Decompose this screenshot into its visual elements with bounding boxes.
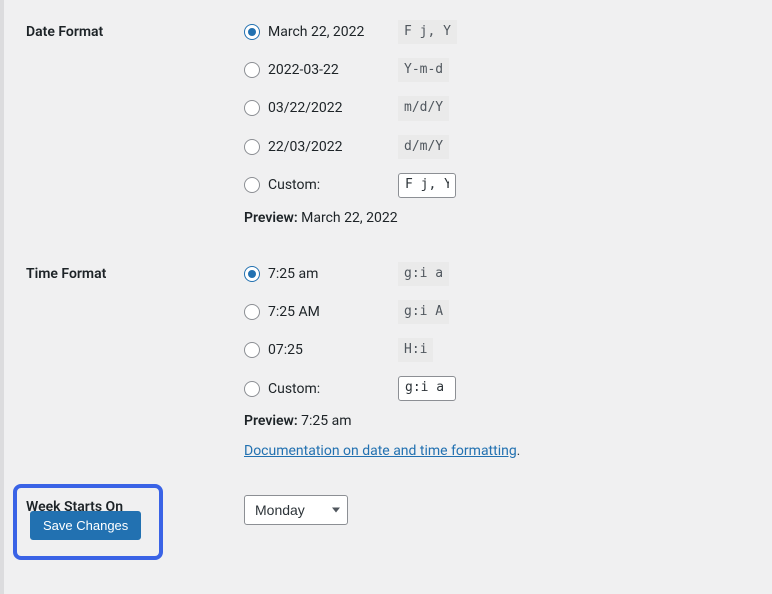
- date-custom-input[interactable]: [398, 173, 456, 198]
- time-option-label: 7:25 am: [268, 266, 398, 282]
- date-option-1[interactable]: 2022-03-22 Y-m-d: [244, 58, 752, 82]
- time-preview-value: 7:25 am: [301, 413, 351, 429]
- save-button[interactable]: Save Changes: [30, 511, 141, 540]
- docs-link-text: Documentation on date and time formattin…: [244, 443, 517, 459]
- form-content: Date Format March 22, 2022 F j, Y 2022-0…: [4, 0, 772, 525]
- time-option-2[interactable]: 07:25 H:i: [244, 338, 752, 362]
- time-option-code: H:i: [398, 338, 433, 362]
- date-preview-value: March 22, 2022: [301, 210, 397, 226]
- radio-icon[interactable]: [244, 62, 260, 78]
- date-option-code: d/m/Y: [398, 135, 449, 159]
- radio-icon[interactable]: [244, 139, 260, 155]
- date-option-custom[interactable]: Custom:: [244, 173, 752, 198]
- time-format-fields: 7:25 am g:i a 7:25 AM g:i A 07:25 H:i Cu…: [244, 262, 752, 459]
- date-custom-label: Custom:: [268, 177, 398, 193]
- week-start-select[interactable]: Monday: [244, 495, 348, 525]
- date-preview: Preview: March 22, 2022: [244, 210, 752, 226]
- time-option-0[interactable]: 7:25 am g:i a: [244, 262, 752, 286]
- radio-icon[interactable]: [244, 381, 260, 397]
- docs-link[interactable]: Documentation on date and time formattin…: [244, 443, 517, 459]
- radio-icon[interactable]: [244, 24, 260, 40]
- date-option-label: 2022-03-22: [268, 62, 398, 78]
- time-option-label: 7:25 AM: [268, 304, 398, 320]
- time-option-custom[interactable]: Custom:: [244, 376, 752, 401]
- radio-icon[interactable]: [244, 100, 260, 116]
- date-option-0[interactable]: March 22, 2022 F j, Y: [244, 20, 752, 44]
- date-option-code: m/d/Y: [398, 96, 449, 120]
- date-format-fields: March 22, 2022 F j, Y 2022-03-22 Y-m-d 0…: [244, 20, 752, 226]
- date-option-code: F j, Y: [398, 20, 457, 44]
- week-start-field: Monday: [244, 495, 752, 525]
- date-format-label: Date Format: [26, 20, 244, 40]
- date-format-row: Date Format March 22, 2022 F j, Y 2022-0…: [26, 20, 752, 226]
- time-preview-label: Preview:: [244, 413, 298, 429]
- date-option-label: 22/03/2022: [268, 139, 398, 155]
- time-option-1[interactable]: 7:25 AM g:i A: [244, 300, 752, 324]
- time-custom-input[interactable]: [398, 376, 456, 401]
- time-format-label: Time Format: [26, 262, 244, 282]
- date-option-code: Y-m-d: [398, 58, 449, 82]
- time-preview: Preview: 7:25 am: [244, 413, 752, 429]
- date-option-2[interactable]: 03/22/2022 m/d/Y: [244, 96, 752, 120]
- date-option-label: 03/22/2022: [268, 100, 398, 116]
- date-option-3[interactable]: 22/03/2022 d/m/Y: [244, 135, 752, 159]
- time-option-code: g:i a: [398, 262, 449, 286]
- date-preview-label: Preview:: [244, 210, 298, 226]
- time-option-code: g:i A: [398, 300, 449, 324]
- radio-icon[interactable]: [244, 342, 260, 358]
- time-custom-label: Custom:: [268, 381, 398, 397]
- settings-page: Date Format March 22, 2022 F j, Y 2022-0…: [0, 0, 772, 594]
- week-start-select-wrap: Monday: [244, 495, 348, 525]
- docs-link-period: .: [517, 444, 520, 459]
- time-format-row: Time Format 7:25 am g:i a 7:25 AM g:i A …: [26, 262, 752, 459]
- radio-icon[interactable]: [244, 304, 260, 320]
- radio-icon[interactable]: [244, 266, 260, 282]
- time-option-label: 07:25: [268, 342, 398, 358]
- date-option-label: March 22, 2022: [268, 24, 398, 40]
- radio-icon[interactable]: [244, 177, 260, 193]
